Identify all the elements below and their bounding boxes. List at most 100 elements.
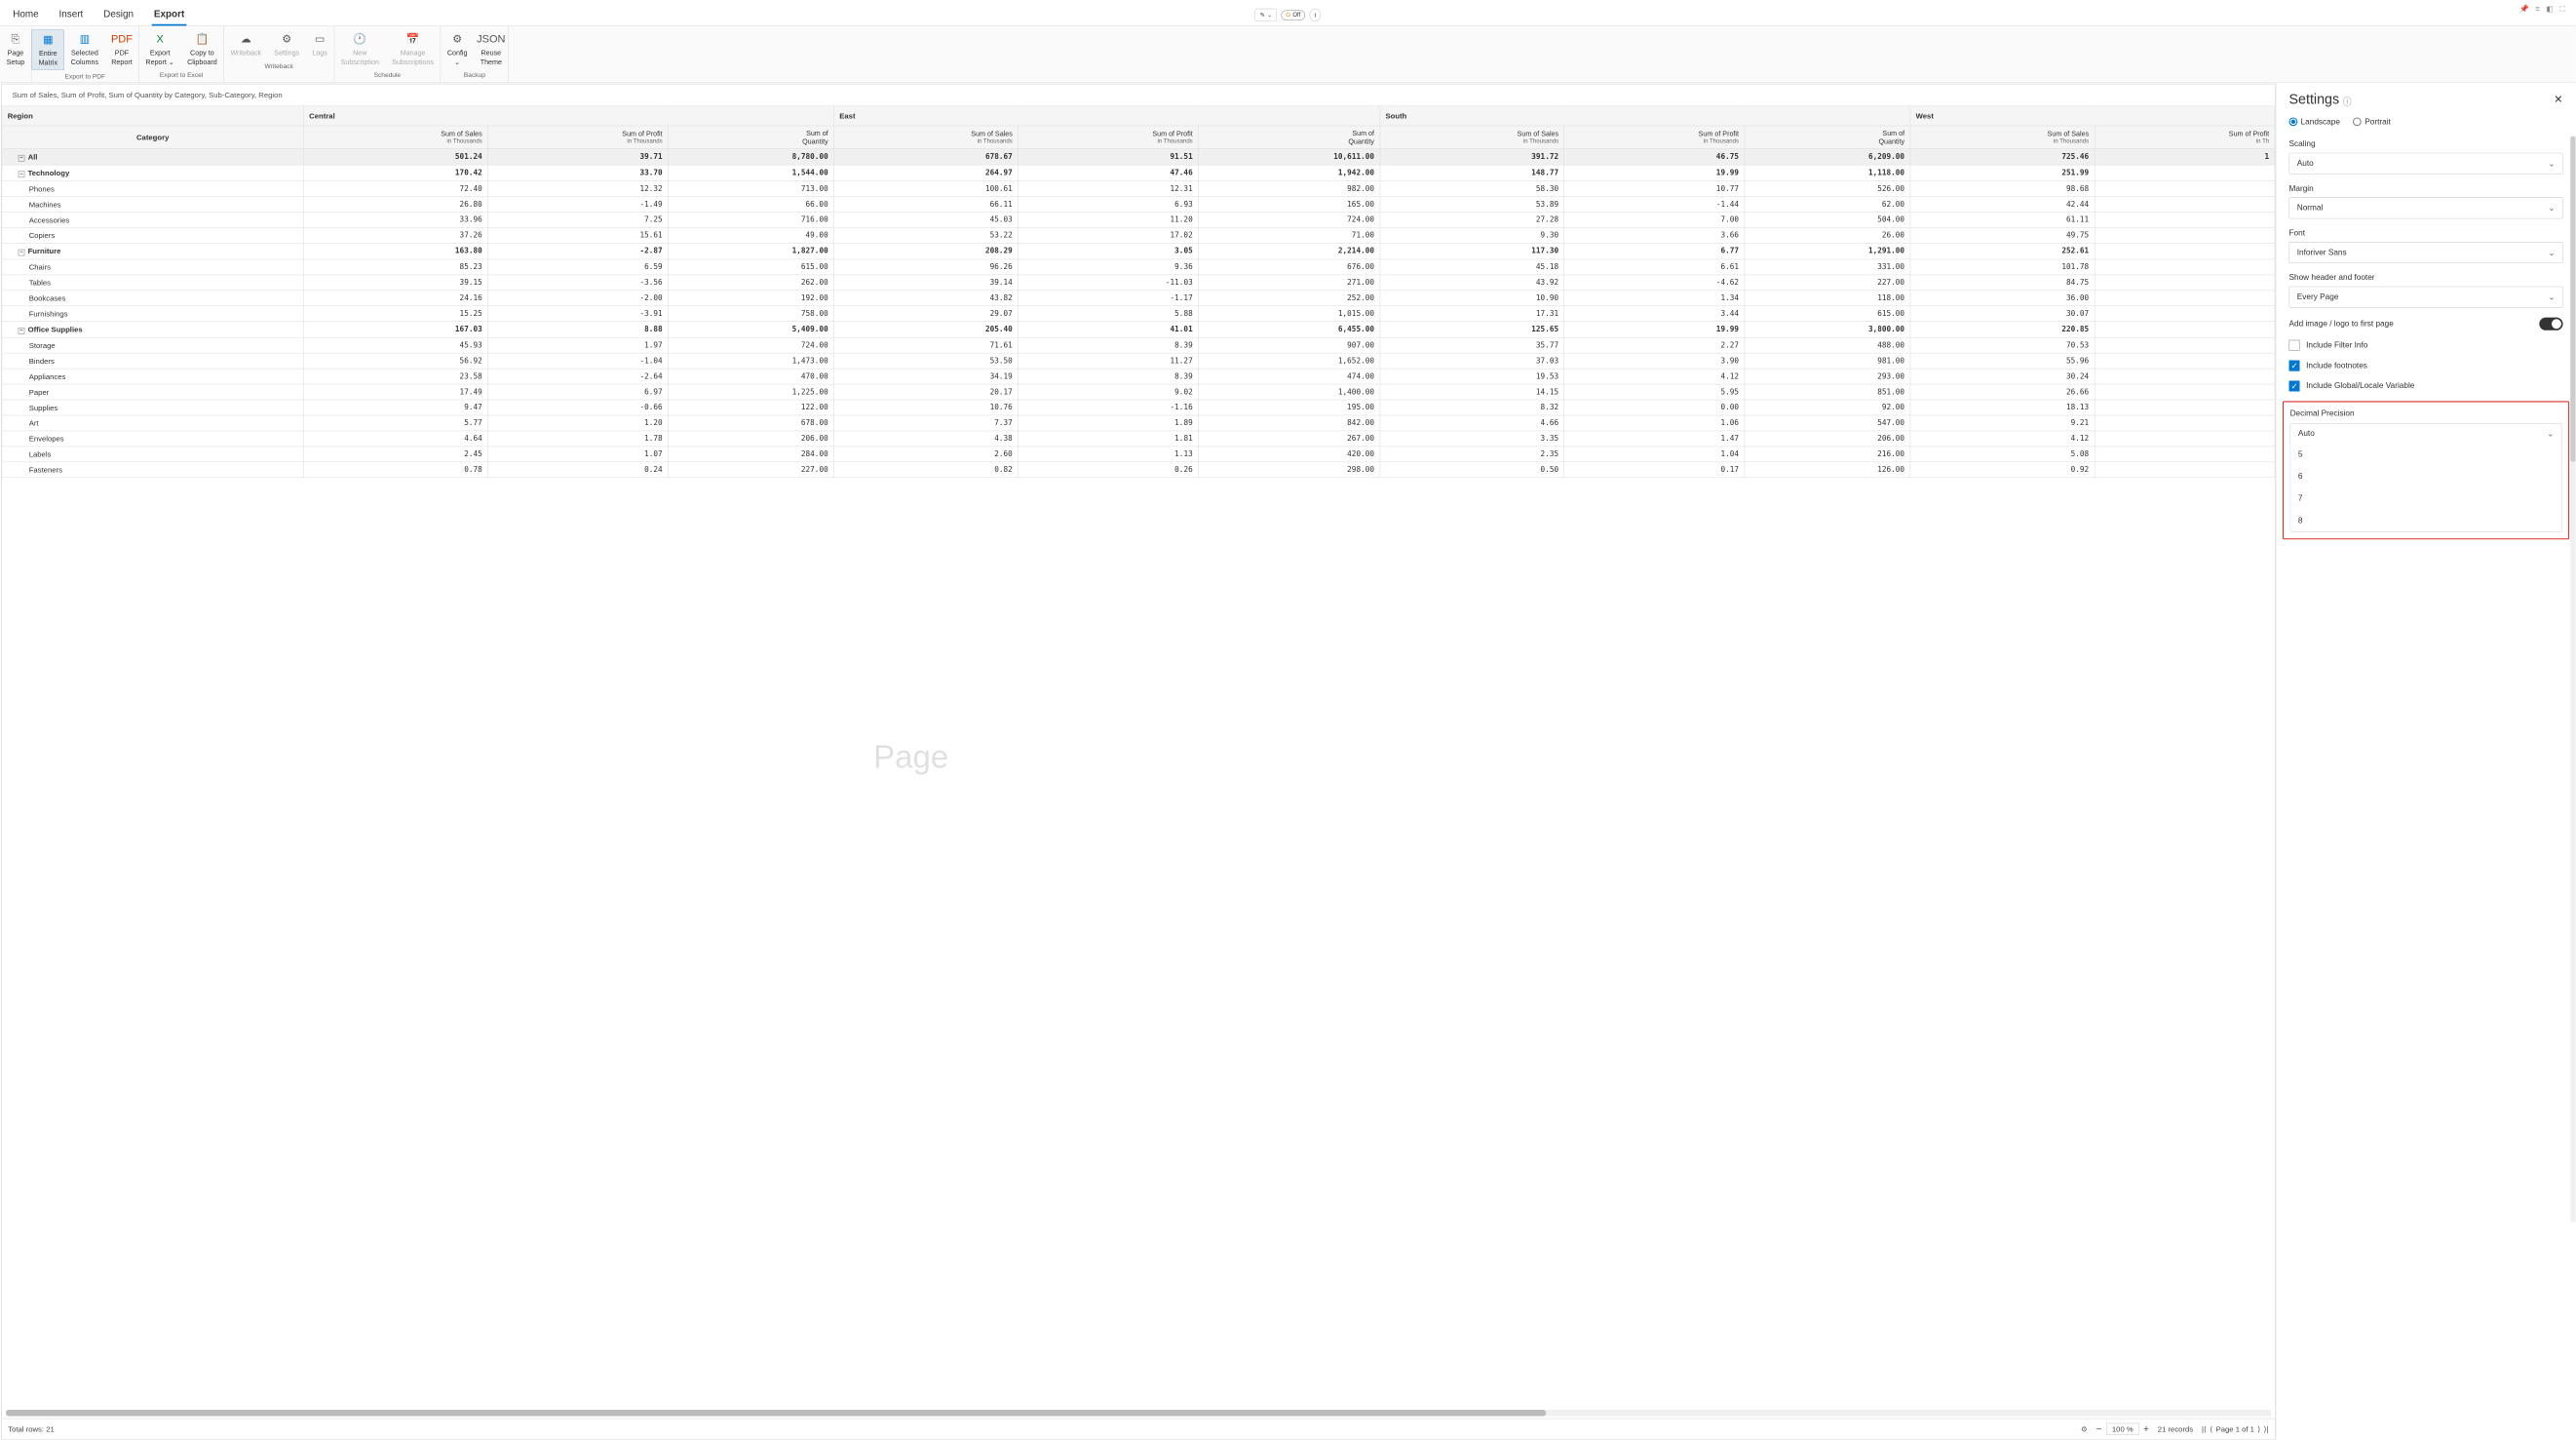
cell-value: 18.13: [1910, 400, 2095, 415]
cell-value: 1.04: [1564, 447, 1745, 462]
horizontal-scrollbar[interactable]: [6, 1410, 2271, 1417]
cell-value: 1.47: [1564, 431, 1745, 447]
cell-value: 96.26: [833, 259, 1018, 275]
gear-icon[interactable]: ⚙: [2081, 1424, 2088, 1433]
cell-value: 36.00: [1910, 291, 2095, 306]
ribbon-label: NewSubscription: [341, 49, 379, 67]
cell-value: 724.00: [1198, 212, 1379, 227]
cell-value: 0.17: [1564, 462, 1745, 478]
measure-header: Sum ofQuantity: [1198, 126, 1379, 149]
top-tab-home[interactable]: Home: [11, 4, 41, 25]
collapse-icon[interactable]: −: [19, 250, 25, 256]
collapse-icon[interactable]: −: [19, 328, 25, 334]
cell-value: 39.15: [303, 275, 487, 291]
cell-value: 24.16: [303, 291, 487, 306]
first-page-button[interactable]: |⟨: [2202, 1424, 2207, 1433]
cell-value: 6,209.00: [1745, 149, 1910, 166]
cell-value: 10.77: [1564, 181, 1745, 197]
ribbon-export-report-[interactable]: XExportReport ⌄: [139, 29, 181, 69]
header-footer-select[interactable]: Every Page⌄: [2288, 287, 2562, 308]
landscape-radio[interactable]: Landscape: [2288, 117, 2339, 126]
top-tab-design[interactable]: Design: [101, 4, 135, 25]
decimal-option-5[interactable]: 5: [2290, 444, 2561, 466]
settings-scrollbar[interactable]: [2570, 136, 2576, 1223]
cell-value: 3.05: [1019, 243, 1199, 259]
cell-value: 23.58: [303, 369, 487, 384]
cell-value: 1.20: [488, 415, 669, 431]
include-footnotes-checkbox[interactable]: ✓Include footnotes: [2288, 360, 2562, 370]
filter-icon[interactable]: ≡: [2535, 4, 2539, 13]
cell-value: -11.03: [1019, 275, 1199, 291]
cell-value: 504.00: [1745, 212, 1910, 227]
include-global-checkbox[interactable]: ✓Include Global/Locale Variable: [2288, 380, 2562, 391]
content-area: Sum of Sales, Sum of Profit, Sum of Quan…: [1, 84, 2276, 1440]
records-count: 21 records: [2158, 1424, 2193, 1433]
cell-value: 19.99: [1564, 322, 1745, 338]
pin-icon[interactable]: 📌: [2519, 4, 2529, 13]
expand-icon[interactable]: ⛶: [2559, 4, 2564, 13]
cell-value: 716.00: [668, 212, 833, 227]
cell-value: 26.00: [1745, 227, 1910, 243]
page-indicator: Page 1 of 1: [2216, 1424, 2254, 1433]
cell-value: -3.56: [488, 275, 669, 291]
cell-value: 982.00: [1198, 181, 1379, 197]
decimal-option-8[interactable]: 8: [2290, 509, 2561, 531]
cell-value: 1,291.00: [1745, 243, 1910, 259]
ribbon-pdf-report[interactable]: PDFPDFReport: [105, 29, 139, 70]
cell-value: 6.93: [1019, 196, 1199, 212]
cell-value: 84.75: [1910, 275, 2095, 291]
zoom-out-button[interactable]: −: [2096, 1423, 2102, 1435]
ribbon-entire-matrix[interactable]: ▦EntireMatrix: [31, 29, 64, 70]
scaling-select[interactable]: Auto⌄: [2288, 153, 2562, 175]
portrait-radio[interactable]: Portrait: [2353, 117, 2391, 126]
ribbon-copy-to-clipboard[interactable]: 📋Copy toClipboard: [180, 29, 223, 69]
font-select[interactable]: Inforiver Sans⌄: [2288, 242, 2562, 263]
ribbon-writeback: ☁Writeback: [224, 29, 268, 59]
top-tab-insert[interactable]: Insert: [57, 4, 85, 25]
chevron-down-icon: ⌄: [2547, 429, 2554, 439]
add-image-toggle[interactable]: [2539, 317, 2562, 330]
info-icon[interactable]: i: [1310, 9, 1321, 21]
ribbon-selected-columns[interactable]: ▥SelectedColumns: [64, 29, 104, 70]
orientation-radio-group: Landscape Portrait: [2288, 114, 2562, 130]
zoom-in-button[interactable]: +: [2143, 1423, 2149, 1435]
top-tab-export[interactable]: Export: [152, 4, 187, 25]
cell-value: 7.25: [488, 212, 669, 227]
cell-value: 7.37: [833, 415, 1018, 431]
settings-info-icon[interactable]: i: [2343, 97, 2351, 106]
table-row: −Office Supplies167.038.885,409.00205.40…: [2, 322, 2275, 338]
prev-page-button[interactable]: ⟨: [2210, 1424, 2212, 1433]
decimal-precision-select[interactable]: Auto⌄: [2290, 423, 2562, 445]
cell-value: 851.00: [1745, 384, 1910, 400]
edit-mode-icon[interactable]: ✎⌄: [1255, 9, 1277, 21]
ribbon-reuse-theme[interactable]: JSONReuseTheme: [474, 29, 508, 69]
close-icon[interactable]: ✕: [2554, 93, 2562, 106]
margin-select[interactable]: Normal⌄: [2288, 197, 2562, 218]
window-icon[interactable]: ◧: [2546, 4, 2553, 13]
decimal-option-7[interactable]: 7: [2290, 487, 2561, 510]
cell-value: 148.77: [1380, 165, 1564, 181]
zoom-level[interactable]: 100 %: [2106, 1423, 2139, 1435]
cell-value: 1: [2095, 149, 2275, 166]
next-page-button[interactable]: ⟩: [2257, 1424, 2260, 1433]
include-filter-checkbox[interactable]: Include Filter Info: [2288, 340, 2562, 351]
decimal-option-6[interactable]: 6: [2290, 465, 2561, 487]
row-label: Art: [2, 415, 303, 431]
ribbon-config-[interactable]: ⚙Config⌄: [441, 29, 474, 69]
cell-value: 724.00: [668, 337, 833, 353]
table-row: Appliances23.58-2.64470.0034.198.39474.0…: [2, 369, 2275, 384]
cell-value: 0.24: [488, 462, 669, 478]
row-label: Fasteners: [2, 462, 303, 478]
settings-title: Settings i: [2288, 91, 2351, 107]
cell-value: 9.02: [1019, 384, 1199, 400]
ribbon-icon: 📅: [405, 31, 420, 46]
cell-value: 56.92: [303, 353, 487, 369]
status-bar: Total rows: 21 ⚙ − 100 % + 21 records |⟨…: [2, 1419, 2276, 1439]
collapse-icon[interactable]: −: [19, 171, 25, 177]
power-toggle[interactable]: ⏻Off: [1281, 10, 1305, 19]
table-wrap[interactable]: Page RegionCentralEastSouthWestCategoryS…: [2, 105, 2276, 1408]
ribbon-page-setup[interactable]: ⎘PageSetup: [0, 29, 31, 69]
last-page-button[interactable]: ⟩|: [2264, 1424, 2269, 1433]
measure-header: Sum of Salesin Thousands: [1910, 126, 2095, 149]
collapse-icon[interactable]: −: [19, 155, 25, 162]
